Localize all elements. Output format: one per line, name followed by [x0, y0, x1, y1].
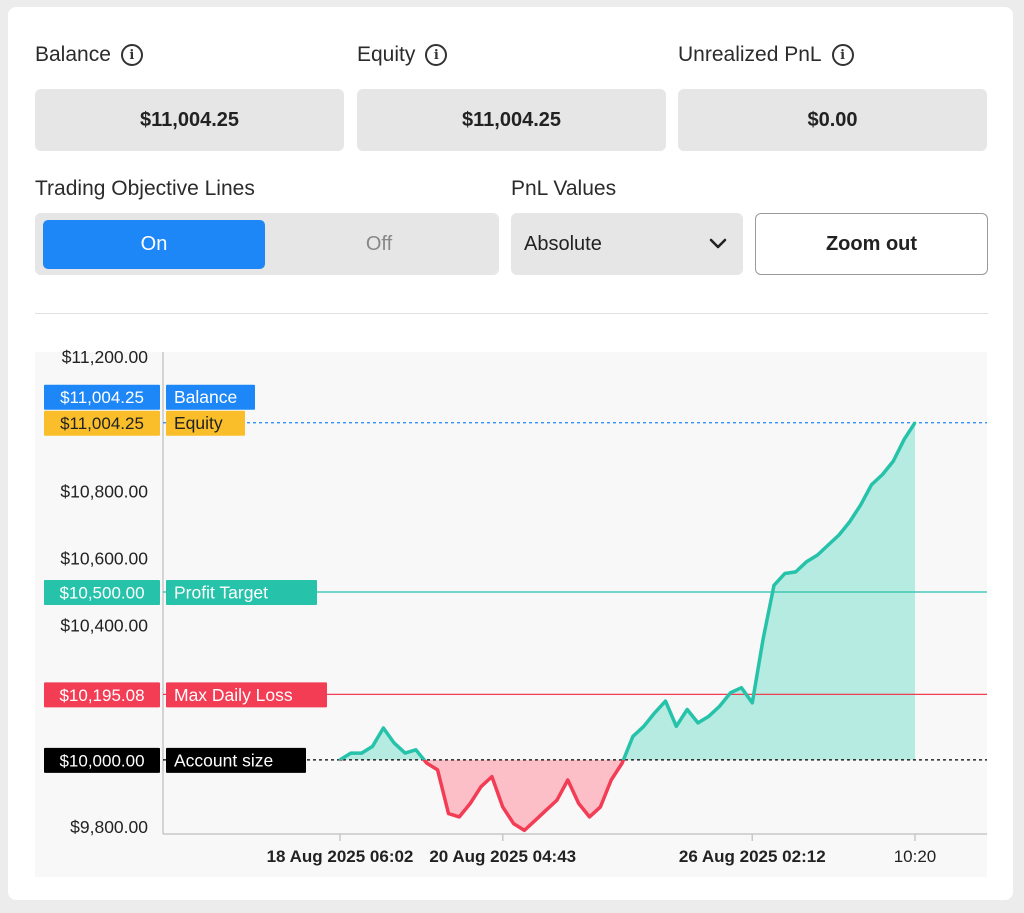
data-point [870, 483, 873, 486]
equity-chart: $11,200.00 $10,800.00 $10,600.00 $10,400.00… [35, 347, 987, 877]
data-point [642, 725, 645, 728]
x-tick-label: 20 Aug 2025 04:43 [429, 847, 576, 866]
max-daily-loss-price-label: $10,195.08 [59, 686, 144, 705]
x-tick-label: 10:20 [894, 847, 937, 866]
data-point [425, 762, 428, 765]
data-point [436, 768, 439, 772]
data-point [566, 778, 569, 782]
data-point [805, 560, 808, 563]
data-point [913, 421, 917, 424]
account-size-name-label: Account size [174, 750, 273, 770]
data-point [772, 584, 776, 587]
profit-target-name-label: Profit Target [174, 583, 268, 603]
account-size-price-label: $10,000.00 [59, 751, 144, 770]
data-point [631, 735, 635, 738]
data-point [729, 691, 732, 694]
data-point [761, 637, 765, 641]
data-point [403, 751, 407, 755]
data-point [588, 815, 591, 819]
data-point [751, 701, 754, 704]
data-point [490, 775, 494, 778]
y-tick-label: $10,400.00 [60, 616, 148, 636]
equity-price-label: $11,004.25 [60, 414, 144, 433]
data-point [544, 809, 548, 812]
data-point [534, 819, 537, 822]
data-point [740, 686, 743, 689]
data-point [892, 459, 895, 463]
data-point [469, 802, 472, 805]
data-point [664, 699, 667, 703]
data-point [371, 745, 374, 748]
x-tick-label: 26 Aug 2025 02:12 [679, 847, 826, 866]
data-point [816, 553, 819, 557]
data-point [338, 758, 342, 762]
data-point [783, 572, 786, 575]
data-point [848, 520, 852, 523]
data-point [610, 778, 613, 782]
data-point [555, 798, 559, 802]
data-point [903, 438, 906, 441]
data-point [458, 815, 461, 819]
data-point [653, 711, 656, 715]
data-point [382, 726, 385, 730]
x-tick-label: 18 Aug 2025 06:02 [267, 847, 414, 866]
y-tick-label: $10,800.00 [60, 481, 148, 501]
y-tick-label: $9,800.00 [70, 817, 148, 837]
balance-name-label: Balance [174, 387, 237, 407]
data-point [859, 503, 862, 506]
data-point [837, 533, 841, 537]
data-point [512, 822, 515, 825]
data-point [479, 785, 483, 788]
max-daily-loss-name-label: Max Daily Loss [174, 685, 293, 705]
data-point [794, 570, 797, 574]
data-point [523, 829, 526, 832]
data-point [501, 805, 504, 809]
data-point [393, 741, 396, 745]
data-point [577, 802, 580, 805]
data-point [707, 715, 711, 718]
data-point [696, 721, 700, 725]
data-point [881, 473, 884, 476]
data-point [414, 748, 418, 751]
equity-name-label: Equity [174, 413, 223, 433]
data-point [447, 812, 450, 815]
data-point [599, 805, 602, 809]
data-point [360, 751, 363, 755]
y-tick-label: $11,200.00 [62, 347, 149, 367]
data-point [620, 762, 624, 765]
data-point [675, 725, 678, 728]
balance-price-label: $11,004.25 [60, 388, 144, 407]
data-point [686, 708, 689, 711]
data-point [827, 543, 830, 547]
profit-target-price-label: $10,500.00 [59, 584, 144, 603]
data-point [718, 704, 721, 708]
data-point [349, 751, 352, 755]
y-tick-label: $10,600.00 [60, 548, 148, 568]
